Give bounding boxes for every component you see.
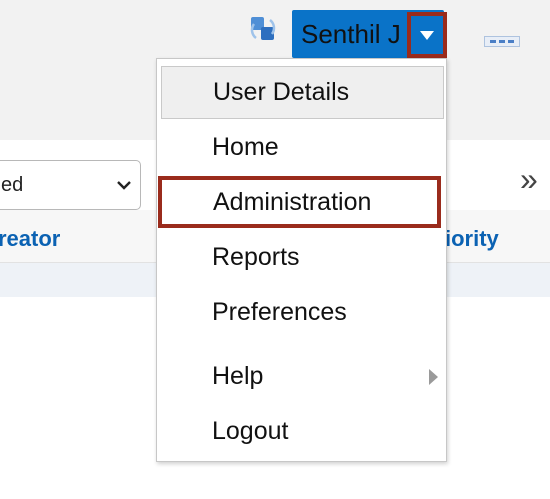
select-value: ed: [1, 173, 24, 196]
menu-item-user-details[interactable]: User Details: [161, 66, 444, 119]
more-icon[interactable]: [484, 36, 520, 47]
menu-item-logout[interactable]: Logout: [161, 406, 444, 456]
menu-item-home[interactable]: Home: [161, 122, 444, 172]
user-dropdown-menu: User Details Home Administration Reports…: [156, 58, 447, 462]
menu-item-help[interactable]: Help: [161, 351, 444, 401]
column-header-creator[interactable]: reator: [0, 226, 60, 252]
caret-down-icon: [420, 30, 434, 40]
user-menu-dropdown-button[interactable]: [407, 12, 447, 58]
column-header-priority[interactable]: iority: [445, 226, 499, 252]
submenu-arrow-icon: [429, 369, 438, 385]
menu-item-administration[interactable]: Administration: [158, 176, 441, 228]
user-name: Senthil J: [301, 18, 401, 49]
menu-item-reports[interactable]: Reports: [161, 232, 444, 282]
status-select[interactable]: ed: [0, 160, 141, 210]
chevron-down-icon: [117, 181, 131, 190]
menu-item-preferences[interactable]: Preferences: [161, 287, 444, 337]
menu-item-help-label: Help: [212, 361, 264, 390]
refresh-icon[interactable]: [248, 14, 278, 44]
double-chevron-right-icon[interactable]: »: [520, 163, 538, 195]
